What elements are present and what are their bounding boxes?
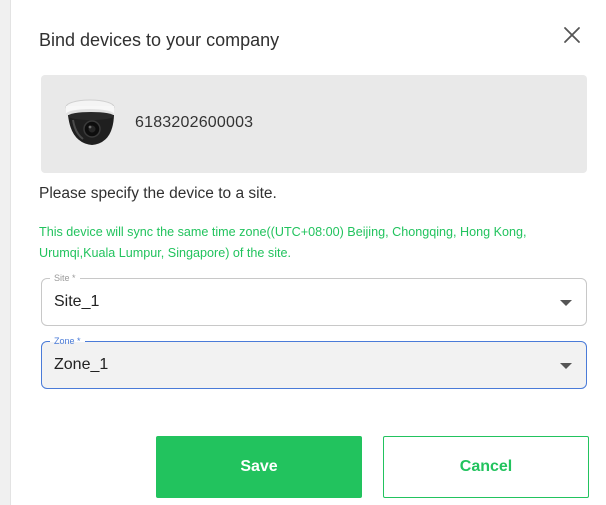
dialog-title: Bind devices to your company <box>39 30 280 50</box>
site-select[interactable]: Site * Site_1 <box>41 272 587 326</box>
close-button[interactable] <box>559 22 585 48</box>
zone-select-value: Zone_1 <box>54 356 109 373</box>
zone-select-label: Zone * <box>50 335 85 347</box>
save-button[interactable]: Save <box>156 436 362 498</box>
chevron-down-icon <box>560 300 572 306</box>
zone-select[interactable]: Zone * Zone_1 <box>41 335 587 389</box>
site-select-value: Site_1 <box>54 293 100 310</box>
timezone-note: This device will sync the same time zone… <box>39 225 527 260</box>
close-icon <box>564 27 580 43</box>
cancel-button[interactable]: Cancel <box>383 436 589 498</box>
bind-devices-dialog: Bind devices to your company 61832026000… <box>10 0 606 505</box>
instruction-text: Please specify the device to a site. <box>39 185 277 202</box>
dome-camera-icon <box>59 93 123 157</box>
chevron-down-icon <box>560 363 572 369</box>
device-card: 6183202600003 <box>41 75 587 173</box>
device-serial: 6183202600003 <box>135 114 254 131</box>
site-select-label: Site * <box>50 272 80 284</box>
